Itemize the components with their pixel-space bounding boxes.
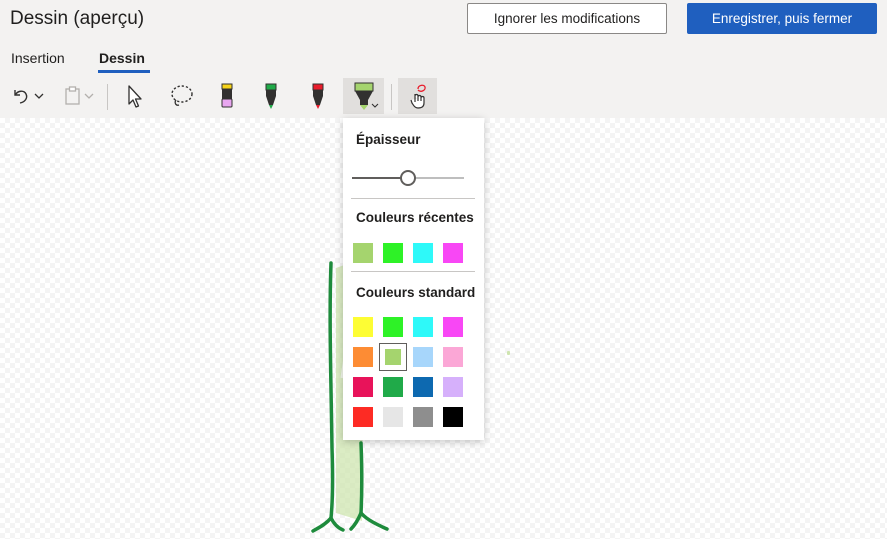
select-arrow-icon [128, 85, 142, 108]
color-swatch[interactable] [443, 317, 463, 337]
highlighter-tool-button[interactable] [343, 78, 384, 114]
highlighter-icon [354, 82, 378, 110]
pen-red-tool-button[interactable] [303, 78, 333, 114]
pencil-tool-button[interactable] [212, 78, 242, 114]
ink-to-shape-button[interactable] [398, 78, 437, 114]
color-swatch[interactable] [443, 347, 463, 367]
pencil-icon [221, 83, 233, 108]
slider-thumb[interactable] [400, 170, 416, 186]
discard-changes-button[interactable]: Ignorer les modifications [467, 3, 667, 34]
color-swatch[interactable] [413, 407, 433, 427]
color-swatch[interactable] [443, 243, 463, 263]
color-swatch[interactable] [353, 317, 373, 337]
pen-green-tool-button[interactable] [256, 78, 286, 114]
standard-colors-heading: Couleurs standard [356, 285, 476, 300]
toolbar-separator [107, 84, 108, 110]
undo-button[interactable] [8, 78, 46, 114]
lasso-icon [171, 85, 193, 106]
toolbar-separator [391, 84, 392, 110]
color-swatch[interactable] [443, 407, 463, 427]
flyout-divider [351, 271, 475, 272]
tab-insert[interactable]: Insertion [11, 50, 65, 66]
color-swatch[interactable] [353, 377, 373, 397]
thickness-heading: Épaisseur [356, 132, 421, 147]
color-swatch[interactable] [413, 243, 433, 263]
flyout-divider [351, 198, 475, 199]
paste-button[interactable] [58, 78, 98, 114]
color-swatch-selected[interactable] [379, 343, 407, 371]
color-swatch[interactable] [443, 377, 463, 397]
active-tab-indicator [98, 70, 150, 73]
save-and-close-button[interactable]: Enregistrer, puis fermer [687, 3, 877, 34]
drawing-toolbar [0, 76, 887, 118]
ink-dot [507, 351, 510, 355]
chevron-down-icon [34, 93, 44, 99]
color-swatch[interactable] [353, 243, 373, 263]
paste-icon [65, 86, 80, 105]
select-tool-button[interactable] [118, 78, 150, 114]
ink-to-shape-icon [409, 84, 426, 109]
color-swatch[interactable] [413, 347, 433, 367]
page-title: Dessin (aperçu) [10, 8, 145, 29]
tab-draw[interactable]: Dessin [99, 50, 145, 66]
pen-red-icon [312, 83, 324, 109]
color-swatch[interactable] [353, 347, 373, 367]
color-swatch[interactable] [413, 377, 433, 397]
recent-colors-heading: Couleurs récentes [356, 210, 474, 225]
color-swatch[interactable] [383, 317, 403, 337]
color-swatch[interactable] [383, 243, 403, 263]
color-swatch[interactable] [413, 317, 433, 337]
chevron-down-icon [84, 93, 94, 99]
highlighter-options-flyout: Épaisseur Couleurs récentes Couleurs sta… [343, 118, 484, 440]
pen-green-icon [265, 83, 277, 109]
color-swatch[interactable] [383, 377, 403, 397]
color-swatch[interactable] [353, 407, 373, 427]
undo-icon [14, 90, 28, 104]
lasso-tool-button[interactable] [164, 78, 200, 114]
color-swatch[interactable] [383, 407, 403, 427]
